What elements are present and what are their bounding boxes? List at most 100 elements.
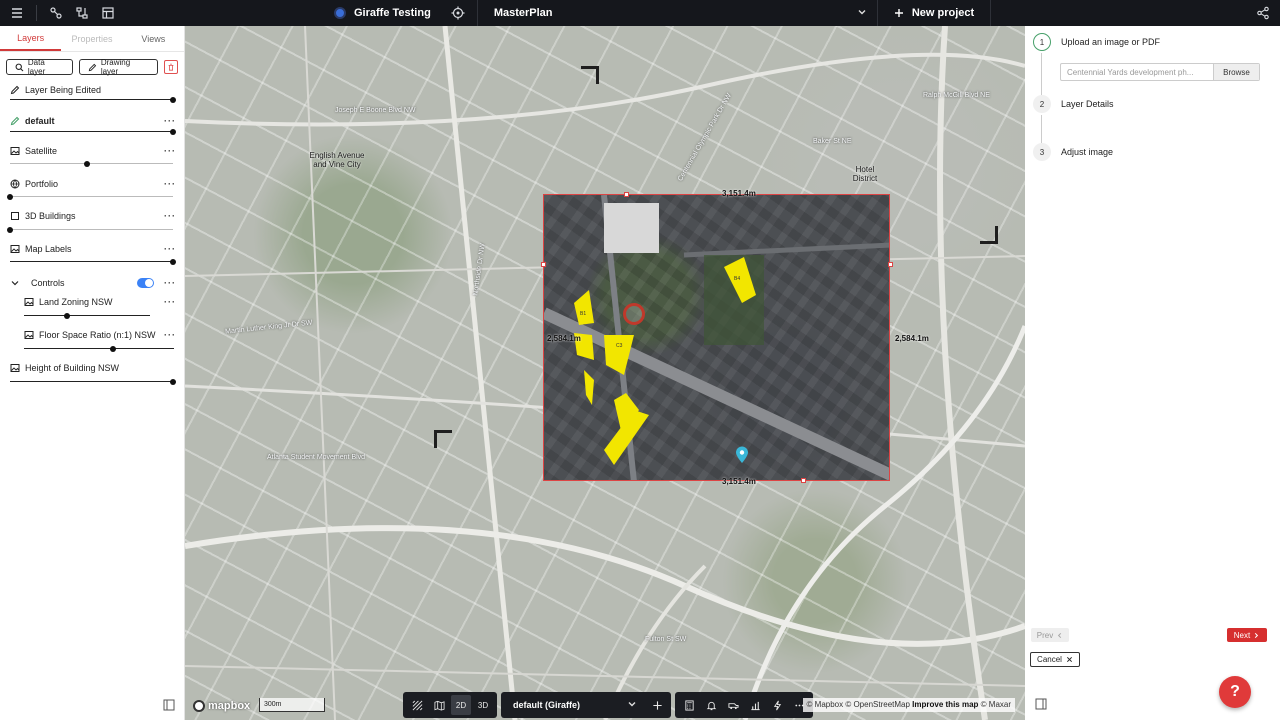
resize-handle[interactable] xyxy=(801,478,806,483)
opacity-slider[interactable] xyxy=(10,257,176,267)
slider-knob[interactable] xyxy=(170,129,176,135)
step-adjust-image[interactable]: 3 Adjust image xyxy=(1033,143,1113,161)
improve-map-link[interactable]: Improve this map xyxy=(912,700,978,709)
dimension-top: 3,151.4m xyxy=(722,189,756,198)
opacity-slider[interactable] xyxy=(24,344,174,354)
share-icon[interactable] xyxy=(1250,0,1276,26)
layer-row-portfolio[interactable]: Portfolio ··· xyxy=(10,177,176,191)
layer-row-default[interactable]: default ··· xyxy=(10,114,176,128)
project-selector[interactable]: Giraffe Testing xyxy=(330,7,445,19)
layer-row-map-labels[interactable]: Map Labels ··· xyxy=(10,242,176,256)
tab-views[interactable]: Views xyxy=(123,26,184,51)
more-icon[interactable]: ··· xyxy=(164,146,176,156)
add-icon[interactable] xyxy=(647,695,667,715)
next-button[interactable]: Next xyxy=(1227,628,1267,642)
more-icon[interactable]: ··· xyxy=(164,179,176,189)
layer-row-3d-buildings[interactable]: 3D Buildings ··· xyxy=(10,209,176,223)
step-connector xyxy=(1041,115,1042,143)
layer-row-height-of-building[interactable]: Height of Building NSW xyxy=(10,361,176,375)
slider-track xyxy=(10,196,173,197)
new-project-label: New project xyxy=(911,7,975,19)
tab-layers[interactable]: Layers xyxy=(0,26,62,51)
layer-group-controls[interactable]: Controls ··· xyxy=(10,276,176,290)
opacity-slider[interactable] xyxy=(24,311,150,321)
vehicle-icon[interactable] xyxy=(723,695,743,715)
map-label: Ralph McGill Blvd NE xyxy=(923,92,990,99)
more-icon[interactable]: ··· xyxy=(164,244,176,254)
pencil-icon xyxy=(10,116,20,126)
rotate-handle[interactable] xyxy=(623,303,645,325)
chevron-down-icon[interactable] xyxy=(10,278,20,288)
location-pin-icon[interactable] xyxy=(735,446,749,464)
opacity-slider[interactable] xyxy=(10,95,176,105)
data-layer-button[interactable]: Data layer xyxy=(6,58,73,76)
parcel[interactable] xyxy=(584,370,594,405)
attribution-mapbox[interactable]: © Mapbox xyxy=(807,700,844,709)
more-icon[interactable]: ··· xyxy=(164,330,176,340)
opacity-slider[interactable] xyxy=(10,377,176,387)
chart-icon[interactable] xyxy=(745,695,765,715)
uploaded-plan-overlay[interactable]: B4 B1 C3 xyxy=(543,194,890,481)
resize-handle[interactable] xyxy=(541,262,546,267)
slider-knob[interactable] xyxy=(83,161,90,167)
step-layer-details[interactable]: 2 Layer Details xyxy=(1033,95,1114,113)
layer-select-group: default (Giraffe) xyxy=(501,692,671,718)
mode-3d-button[interactable]: 3D xyxy=(473,695,493,715)
slider-knob[interactable] xyxy=(7,227,13,233)
new-project-button[interactable]: New project xyxy=(876,0,992,26)
opacity-slider[interactable] xyxy=(7,225,173,235)
opacity-slider[interactable] xyxy=(10,159,173,169)
file-name-input[interactable]: Centennial Yards development ph... xyxy=(1061,68,1213,77)
lightning-icon[interactable] xyxy=(767,695,787,715)
map-icon[interactable] xyxy=(429,695,449,715)
more-icon[interactable]: ··· xyxy=(164,211,176,221)
layer-row-floor-space-ratio[interactable]: Floor Space Ratio (n:1) NSW ··· xyxy=(24,328,176,342)
parcel-code: C3 xyxy=(616,343,623,349)
plan-selector[interactable]: MasterPlan xyxy=(476,0,877,26)
controls-toggle[interactable] xyxy=(137,278,154,288)
nodes-icon[interactable] xyxy=(43,0,69,26)
step-upload[interactable]: 1 Upload an image or PDF xyxy=(1033,33,1160,51)
attribution-osm[interactable]: © OpenStreetMap xyxy=(845,700,910,709)
slider-knob[interactable] xyxy=(170,379,176,385)
help-button[interactable]: ? xyxy=(1219,676,1251,708)
hatch-icon[interactable] xyxy=(407,695,427,715)
collapse-panel-icon[interactable] xyxy=(1035,698,1047,710)
prev-button[interactable]: Prev xyxy=(1031,628,1069,642)
cancel-button[interactable]: Cancel xyxy=(1030,652,1080,667)
slider-knob[interactable] xyxy=(170,97,176,103)
calculator-icon[interactable] xyxy=(679,695,699,715)
table-icon[interactable] xyxy=(95,0,121,26)
slider-knob[interactable] xyxy=(170,259,176,265)
opacity-slider[interactable] xyxy=(10,127,176,137)
tab-properties[interactable]: Properties xyxy=(61,26,122,51)
attribution-maxar[interactable]: © Maxar xyxy=(981,700,1011,709)
more-icon[interactable]: ··· xyxy=(164,297,176,307)
parcel-b1[interactable] xyxy=(574,290,594,325)
more-icon[interactable]: ··· xyxy=(164,278,176,288)
drawing-layer-button[interactable]: Drawing layer xyxy=(78,58,159,76)
opacity-slider[interactable] xyxy=(7,192,173,202)
map-canvas[interactable]: Joseph E Boone Blvd NW English Avenue an… xyxy=(185,26,1025,720)
slider-knob[interactable] xyxy=(63,313,70,319)
layer-row-satellite[interactable]: Satellite ··· xyxy=(10,144,176,158)
browse-button[interactable]: Browse xyxy=(1213,64,1259,80)
layer-select[interactable]: default (Giraffe) xyxy=(505,699,645,711)
file-upload-field[interactable]: Centennial Yards development ph... Brows… xyxy=(1060,63,1260,81)
resize-handle[interactable] xyxy=(888,262,893,267)
flow-icon[interactable] xyxy=(69,0,95,26)
mapbox-mark-icon xyxy=(193,700,205,712)
slider-knob[interactable] xyxy=(7,194,13,200)
slider-knob[interactable] xyxy=(109,346,116,352)
parcel-code: B4 xyxy=(734,276,740,282)
delete-layer-button[interactable] xyxy=(164,60,178,74)
menu-icon[interactable] xyxy=(4,0,30,26)
scale-bar: 300m xyxy=(259,698,325,712)
mode-2d-button[interactable]: 2D xyxy=(451,695,471,715)
more-icon[interactable]: ··· xyxy=(164,116,176,126)
layer-row-land-zoning[interactable]: Land Zoning NSW ··· xyxy=(24,295,176,309)
target-icon[interactable] xyxy=(445,0,471,26)
resize-handle[interactable] xyxy=(624,192,629,197)
collapse-panel-icon[interactable] xyxy=(163,699,175,711)
bell-icon[interactable] xyxy=(701,695,721,715)
